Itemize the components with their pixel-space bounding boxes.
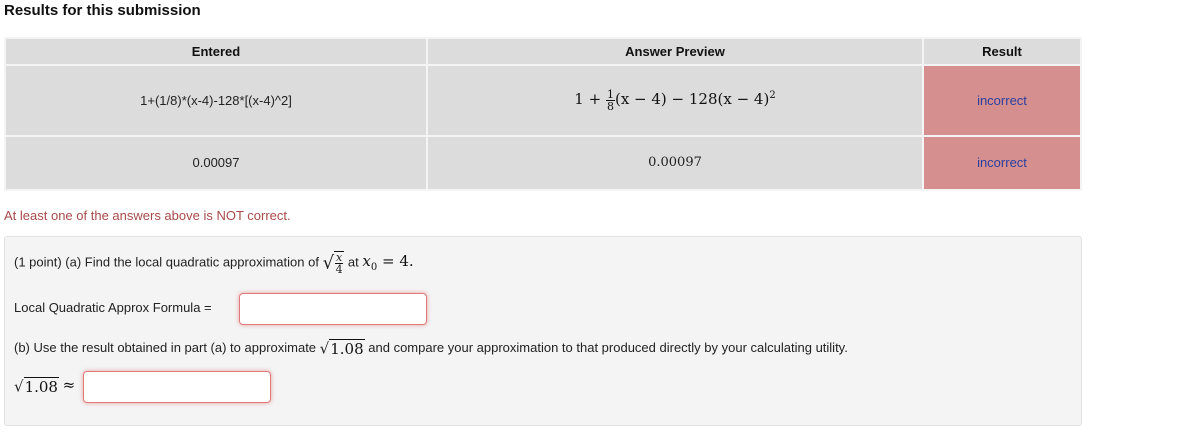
header-entered: Entered [4, 37, 428, 66]
approx-input[interactable] [83, 371, 271, 403]
preview-suffix: (x − 4) − 128(x − 4) [614, 90, 770, 109]
formula-input[interactable] [239, 293, 427, 325]
table-row: 1+(1/8)*(x-4)-128*[(x-4)^2] 1 + 1 8 (x −… [4, 63, 1082, 137]
fraction-denominator: 8 [606, 99, 614, 113]
table-row: 0.00097 0.00097 incorrect [4, 134, 1082, 192]
sqrt-radicand: 1.08 [23, 377, 59, 397]
result-cell-incorrect: incorrect [922, 63, 1082, 137]
fraction-numerator: 1 [605, 87, 615, 101]
sqrt-expression: √ x 4 [323, 251, 345, 275]
part-a-text: (1 point) (a) Find the local quadratic a… [14, 254, 319, 270]
header-answer-preview: Answer Preview [426, 37, 924, 66]
table-header-row: Entered Answer Preview Result [4, 37, 1082, 66]
fraction-denominator: 4 [335, 263, 343, 276]
preview-cell: 1 + 1 8 (x − 4) − 128(x − 4)2 [426, 63, 924, 137]
preview-prefix: 1 + [574, 90, 602, 109]
entered-cell: 0.00097 [4, 134, 428, 192]
point-math: x0 = 4. [362, 252, 414, 274]
approx-symbol: ≈ [62, 376, 76, 394]
point-value: = 4. [381, 252, 414, 271]
point-subscript: 0 [370, 262, 378, 274]
preview-fraction: 1 8 [605, 87, 615, 113]
at-text: at [347, 254, 359, 270]
part-b-text: (b) Use the result obtained in part (a) … [14, 339, 317, 355]
part-a-line: (1 point) (a) Find the local quadratic a… [14, 251, 414, 275]
preview-cell: 0.00097 [426, 134, 924, 192]
preview-math: 1 + 1 8 (x − 4) − 128(x − 4)2 [574, 89, 776, 112]
preview-exponent: 2 [769, 90, 776, 102]
sqrt-radicand: x4 [334, 251, 345, 276]
part-b-text-continued: and compare your approximation to that p… [368, 339, 848, 355]
problem-box: (1 point) (a) Find the local quadratic a… [4, 236, 1082, 426]
page-title: Results for this submission [4, 2, 201, 19]
approx-label: √1.08 ≈ [14, 376, 75, 396]
result-cell-incorrect: incorrect [922, 134, 1082, 192]
sqrt-radicand: 1.08 [329, 339, 365, 358]
point-variable: x [362, 252, 371, 271]
formula-label: Local Quadratic Approx Formula = [14, 300, 212, 315]
sqrt-icon: √ [14, 377, 24, 396]
sqrt-expression: √1.08 [14, 377, 59, 396]
entered-cell: 1+(1/8)*(x-4)-128*[(x-4)^2] [4, 63, 428, 137]
results-table: Entered Answer Preview Result 1+(1/8)*(x… [4, 37, 1082, 192]
header-result: Result [922, 37, 1082, 66]
sqrt-icon: √ [322, 252, 335, 274]
sqrt-icon: √ [319, 339, 330, 358]
incorrect-warning: At least one of the answers above is NOT… [4, 208, 291, 223]
sqrt-expression: √1.08 [320, 339, 365, 358]
part-b-line: (b) Use the result obtained in part (a) … [14, 339, 848, 358]
